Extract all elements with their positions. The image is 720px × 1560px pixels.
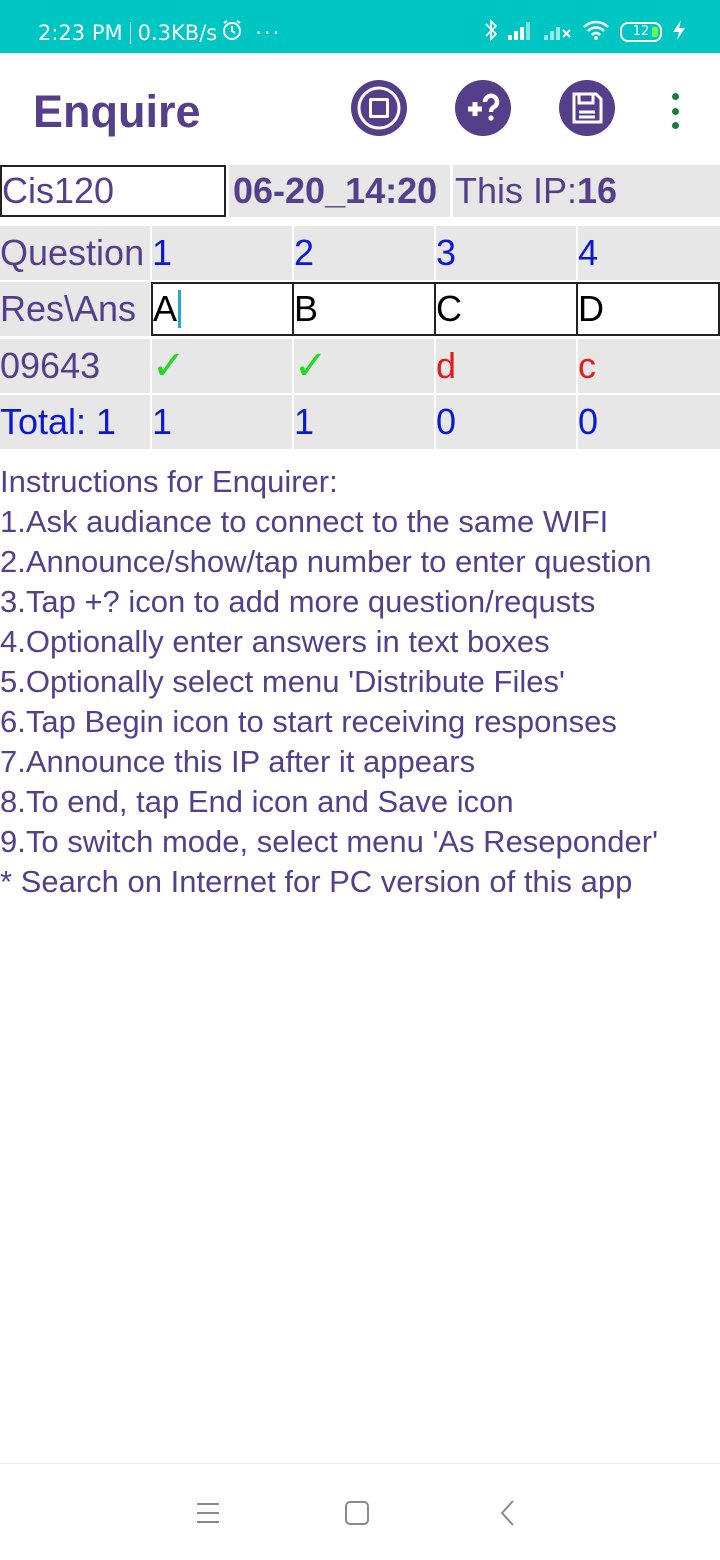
- total-4: 0: [578, 395, 720, 449]
- stop-button[interactable]: [351, 80, 407, 136]
- signal-icon: [508, 20, 534, 44]
- overflow-dot: [671, 93, 679, 100]
- answer-input-1-value: A: [153, 288, 178, 329]
- answer-input-3[interactable]: C: [434, 282, 578, 336]
- app-bar: Enquire: [0, 53, 720, 165]
- ip-value: 16: [577, 170, 618, 211]
- battery-fill: [652, 27, 658, 37]
- course-name-field[interactable]: Cis120: [0, 165, 226, 217]
- instruction-line: 9.To switch mode, select menu 'As Resepo…: [0, 824, 658, 859]
- instruction-line: 6.Tap Begin icon to start receiving resp…: [0, 704, 617, 739]
- signal-no-service-icon: [544, 20, 572, 44]
- question-number-2[interactable]: 2: [294, 226, 434, 280]
- instruction-line: 3.Tap +? icon to add more question/requs…: [0, 584, 596, 619]
- text-cursor: [178, 290, 182, 328]
- question-number-3[interactable]: 3: [436, 226, 576, 280]
- total-1: 1: [152, 395, 292, 449]
- instruction-line: 1.Ask audiance to connect to the same WI…: [0, 504, 609, 539]
- more-notifications-icon: ···: [255, 20, 282, 45]
- question-row-label: Question: [0, 226, 150, 280]
- question-number-1[interactable]: 1: [152, 226, 292, 280]
- battery-icon: 12: [620, 22, 662, 42]
- save-button[interactable]: [559, 80, 615, 136]
- wifi-icon: [582, 19, 610, 45]
- add-question-button[interactable]: [455, 80, 511, 136]
- response-result-3: d: [436, 339, 576, 393]
- total-label: Total: 1: [0, 395, 150, 449]
- back-icon[interactable]: [488, 1498, 528, 1528]
- question-number-4[interactable]: 4: [578, 226, 720, 280]
- status-left: 2:23 PM 0.3KB/s ···: [38, 19, 281, 46]
- status-speed: 0.3KB/s: [137, 20, 218, 45]
- answer-input-4[interactable]: D: [576, 282, 720, 336]
- instructions-heading: Instructions for Enquirer:: [0, 464, 338, 499]
- menu-icon[interactable]: [188, 1498, 228, 1528]
- battery-level: 12: [632, 24, 650, 39]
- answer-input-1[interactable]: A: [151, 282, 294, 336]
- add-question-icon: [468, 93, 500, 121]
- instruction-line: 8.To end, tap End icon and Save icon: [0, 784, 514, 819]
- instruction-line: * Search on Internet for PC version of t…: [0, 864, 633, 899]
- response-result-2: ✓: [294, 339, 434, 393]
- instruction-line: 7.Announce this IP after it appears: [0, 744, 476, 779]
- ip-label: This IP:: [455, 170, 578, 211]
- save-icon: [572, 92, 603, 124]
- status-right: 12: [474, 18, 686, 46]
- alarm-icon: [221, 19, 243, 46]
- charging-icon: [672, 19, 686, 45]
- home-icon[interactable]: [337, 1498, 377, 1528]
- answers-row-label: Res\Ans: [0, 282, 150, 336]
- instruction-line: 2.Announce/show/tap number to enter ques…: [0, 544, 652, 579]
- status-bar: 2:23 PM 0.3KB/s ··· 12: [0, 0, 720, 53]
- instruction-line: 4.Optionally enter answers in text boxes: [0, 624, 550, 659]
- instruction-line: 5.Optionally select menu 'Distribute Fil…: [0, 664, 565, 699]
- answer-input-2[interactable]: B: [292, 282, 436, 336]
- status-divider: [129, 21, 131, 44]
- overflow-dot: [671, 107, 679, 115]
- app-title: Enquire: [33, 86, 201, 137]
- instructions: Instructions for Enquirer: 1.Ask audianc…: [0, 462, 720, 902]
- overflow-dot: [671, 122, 679, 129]
- ip-display: This IP:16: [453, 165, 720, 217]
- stop-icon: [357, 86, 401, 130]
- response-result-4: c: [578, 339, 720, 393]
- navigation-bar: [0, 1463, 720, 1560]
- total-2: 1: [294, 395, 434, 449]
- session-id: 06-20_14:20: [229, 165, 450, 217]
- total-3: 0: [436, 395, 576, 449]
- status-time: 2:23 PM: [38, 20, 123, 45]
- response-result-1: ✓: [152, 339, 292, 393]
- bluetooth-icon: [484, 18, 498, 46]
- overflow-menu-icon[interactable]: [667, 93, 683, 129]
- response-id: 09643: [0, 339, 150, 393]
